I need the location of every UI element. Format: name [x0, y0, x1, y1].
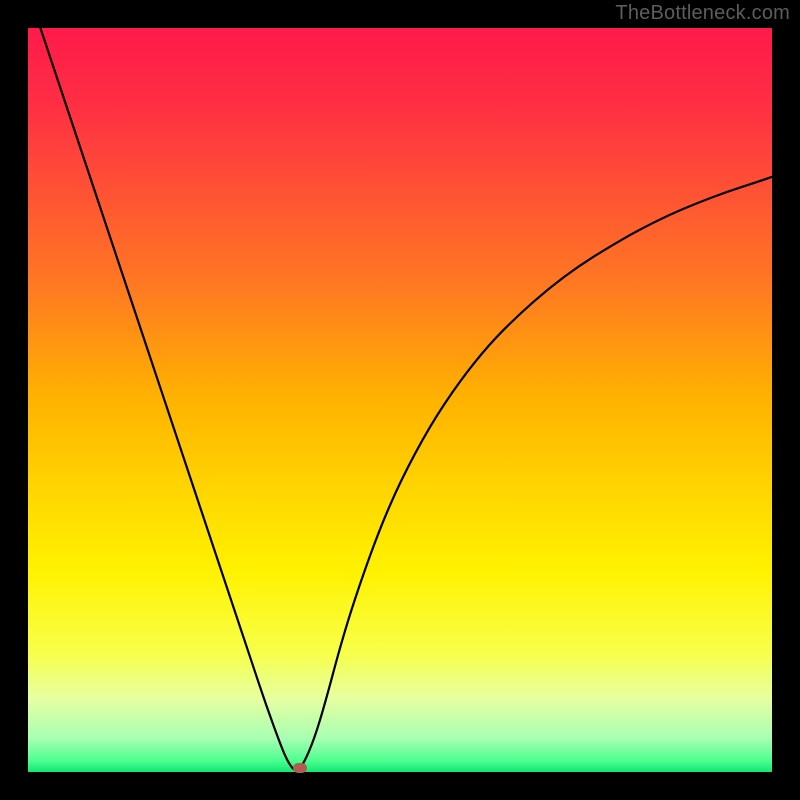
plot-area	[28, 28, 772, 772]
optimal-point-marker	[293, 763, 307, 773]
bottleneck-chart	[28, 28, 772, 772]
attribution-text: TheBottleneck.com	[615, 2, 790, 25]
gradient-background	[28, 28, 772, 772]
chart-frame: TheBottleneck.com	[0, 0, 800, 800]
